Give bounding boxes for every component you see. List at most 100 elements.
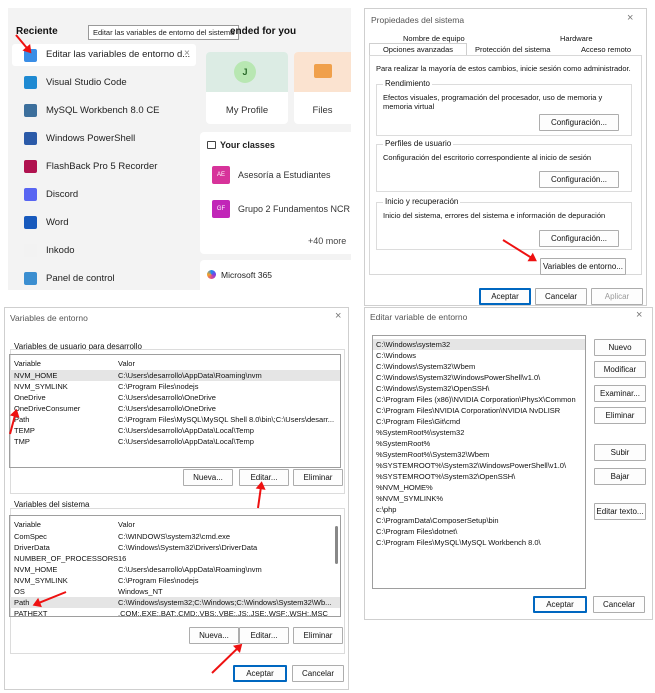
var-value: Windows_NT — [118, 587, 163, 596]
close-icon[interactable]: × — [636, 309, 642, 321]
close-icon[interactable]: × — [627, 12, 633, 24]
list-item[interactable]: C:\Windows\System32\Wbem — [373, 361, 585, 372]
system-edit-button[interactable]: Editar... — [239, 627, 289, 644]
move-down-button[interactable]: Bajar — [594, 468, 646, 485]
cancel-button[interactable]: Cancelar — [535, 288, 587, 305]
perfiles-config-button[interactable]: Configuración... — [539, 171, 619, 188]
table-row[interactable]: PATHEXT .COM;.EXE;.BAT;.CMD;.VBS;.VBE;.JS… — [10, 608, 340, 616]
list-item[interactable]: %SYSTEMROOT%\System32\WindowsPowerShell\… — [373, 460, 585, 471]
new-button[interactable]: Nuevo — [594, 339, 646, 356]
recent-item[interactable]: Inkodo — [12, 240, 196, 262]
table-row[interactable]: OneDrive C:\Users\desarrollo\OneDrive — [10, 392, 340, 403]
list-item[interactable]: C:\Program Files (x86)\NVIDIA Corporatio… — [373, 394, 585, 405]
more-classes-link[interactable]: +40 more — [308, 236, 346, 246]
system-new-button[interactable]: Nueva... — [189, 627, 239, 644]
environment-variables-button[interactable]: Variables de entorno... — [540, 258, 626, 275]
class-item[interactable]: AE Asesoría a Estudiantes — [212, 166, 351, 186]
list-item[interactable]: C:\Windows\system32 — [373, 339, 585, 350]
list-item[interactable]: C:\Program Files\MySQL\MySQL Workbench 8… — [373, 537, 585, 548]
dialog-title: Propiedades del sistema — [371, 15, 465, 25]
table-row[interactable]: NVM_SYMLINK C:\Program Files\nodejs — [10, 381, 340, 392]
recent-item[interactable]: MySQL Workbench 8.0 CE — [12, 100, 196, 122]
table-row[interactable]: Path C:\Program Files\MySQL\MySQL Shell 8… — [10, 414, 340, 425]
close-icon[interactable]: × — [184, 48, 190, 59]
edit-text-button[interactable]: Editar texto... — [594, 503, 646, 520]
recent-item-label: Visual Studio Code — [46, 77, 127, 88]
table-row[interactable]: ComSpec C:\WINDOWS\system32\cmd.exe — [10, 531, 340, 542]
table-row[interactable]: DriverData C:\Windows\System32\Drivers\Dr… — [10, 542, 340, 553]
path-entry: C:\Program Files (x86)\NVIDIA Corporatio… — [376, 395, 576, 404]
table-row[interactable]: Path C:\Windows\system32;C:\Windows;C:\Wi… — [10, 597, 340, 608]
recommended-heading: ended for you — [230, 26, 297, 37]
recent-item[interactable]: FlashBack Pro 5 Recorder — [12, 156, 196, 178]
recent-item[interactable]: Visual Studio Code — [12, 72, 196, 94]
my-profile-card[interactable]: J My Profile — [206, 52, 288, 124]
user-vars-table[interactable]: Variable Valor NVM_HOME C:\Users\desarrol… — [9, 354, 341, 468]
user-delete-button[interactable]: Eliminar — [293, 469, 343, 486]
var-name: Path — [14, 598, 30, 607]
list-item[interactable]: %SystemRoot%\System32\Wbem — [373, 449, 585, 460]
list-item[interactable]: %SystemRoot% — [373, 438, 585, 449]
class-name: Grupo 2 Fundamentos NCR 55 — [238, 204, 351, 214]
system-delete-button[interactable]: Eliminar — [293, 627, 343, 644]
table-row[interactable]: NVM_SYMLINK C:\Program Files\nodejs — [10, 575, 340, 586]
path-entry: C:\Program Files\dotnet\ — [376, 527, 458, 536]
tab-acceso-remoto[interactable]: Acceso remoto — [581, 45, 631, 54]
list-item[interactable]: %NVM_SYMLINK% — [373, 493, 585, 504]
var-name: TMP — [14, 437, 30, 446]
recent-item[interactable]: Windows PowerShell — [12, 128, 196, 150]
list-item[interactable]: C:\Windows\System32\WindowsPowerShell\v1… — [373, 372, 585, 383]
list-item[interactable]: C:\ProgramData\ComposerSetup\bin — [373, 515, 585, 526]
var-name: NVM_HOME — [14, 371, 58, 380]
list-item[interactable]: %SystemRoot%\system32 — [373, 427, 585, 438]
list-item[interactable]: c:\php — [373, 504, 585, 515]
table-header: Variable Valor — [10, 358, 340, 369]
class-item[interactable]: GF Grupo 2 Fundamentos NCR 55 — [212, 200, 351, 220]
cancel-button[interactable]: Cancelar — [292, 665, 344, 682]
recent-list: Editar las variables de entorno d... × V… — [12, 44, 196, 290]
ok-button[interactable]: Aceptar — [479, 288, 531, 305]
table-row[interactable]: TEMP C:\Users\desarrollo\AppData\Local\Te… — [10, 425, 340, 436]
files-card[interactable]: Files — [294, 52, 351, 124]
list-item[interactable]: C:\Windows\System32\OpenSSH\ — [373, 383, 585, 394]
system-vars-table[interactable]: Variable Valor ComSpec C:\WINDOWS\system3… — [9, 515, 341, 617]
inicio-config-button[interactable]: Configuración... — [539, 230, 619, 247]
recent-item[interactable]: Discord — [12, 184, 196, 206]
var-value: C:\Windows\system32;C:\Windows;C:\Window… — [118, 598, 332, 607]
group-title: Inicio y recuperación — [383, 197, 461, 206]
rendimiento-config-button[interactable]: Configuración... — [539, 114, 619, 131]
ok-button[interactable]: Aceptar — [233, 665, 287, 682]
path-list[interactable]: C:\Windows\system32 C:\Windows C:\Windows\… — [372, 335, 586, 589]
recent-item[interactable]: Word — [12, 212, 196, 234]
cancel-button[interactable]: Cancelar — [593, 596, 645, 613]
list-item[interactable]: %SYSTEMROOT%\System32\OpenSSH\ — [373, 471, 585, 482]
user-new-button[interactable]: Nueva... — [183, 469, 233, 486]
list-item[interactable]: C:\Program Files\dotnet\ — [373, 526, 585, 537]
delete-button[interactable]: Eliminar — [594, 407, 646, 424]
scrollbar[interactable] — [335, 526, 338, 564]
table-row[interactable]: NVM_HOME C:\Users\desarrollo\AppData\Roam… — [10, 564, 340, 575]
edit-variable-dialog: Editar variable de entorno × C:\Windows\… — [364, 307, 653, 620]
table-row[interactable]: OneDriveConsumer C:\Users\desarrollo\OneD… — [10, 403, 340, 414]
table-row[interactable]: TMP C:\Users\desarrollo\AppData\Local\Tem… — [10, 436, 340, 447]
var-value: C:\Users\desarrollo\OneDrive — [118, 393, 216, 402]
tab-proteccion[interactable]: Protección del sistema — [475, 45, 550, 54]
list-item[interactable]: C:\Program Files\Git\cmd — [373, 416, 585, 427]
ok-button[interactable]: Aceptar — [533, 596, 587, 613]
list-item[interactable]: C:\Program Files\NVIDIA Corporation\NVID… — [373, 405, 585, 416]
tab-nombre-equipo[interactable]: Nombre de equipo — [403, 34, 465, 43]
list-item[interactable]: %NVM_HOME% — [373, 482, 585, 493]
recent-item-env-vars[interactable]: Editar las variables de entorno d... × — [12, 44, 196, 66]
list-item[interactable]: C:\Windows — [373, 350, 585, 361]
browse-button[interactable]: Examinar... — [594, 385, 646, 402]
tab-hardware[interactable]: Hardware — [560, 34, 593, 43]
path-entry: C:\Program Files\MySQL\MySQL Workbench 8… — [376, 538, 541, 547]
table-row[interactable]: NUMBER_OF_PROCESSORS 16 — [10, 553, 340, 564]
move-up-button[interactable]: Subir — [594, 444, 646, 461]
recent-item[interactable]: Panel de control — [12, 268, 196, 290]
modify-button[interactable]: Modificar — [594, 361, 646, 378]
apply-button[interactable]: Aplicar — [591, 288, 643, 305]
close-icon[interactable]: × — [335, 310, 341, 322]
path-entry: C:\Windows — [376, 351, 417, 360]
table-row[interactable]: NVM_HOME C:\Users\desarrollo\AppData\Roam… — [10, 370, 340, 381]
